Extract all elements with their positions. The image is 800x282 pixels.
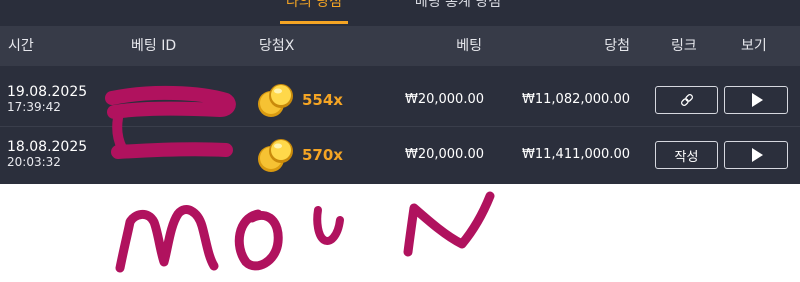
- coins-icon: [258, 84, 293, 117]
- row-win: ₩11,411,000.00: [522, 147, 630, 162]
- row-bet: ₩20,000.00: [404, 92, 484, 107]
- table-row: 18.08.2025 20:03:32 570x ₩20,000.00 ₩11,…: [0, 127, 800, 183]
- row-multiplier: 570x: [302, 146, 343, 164]
- coins-icon: [258, 139, 293, 172]
- row-time: 20:03:32: [7, 155, 61, 169]
- link-icon: [680, 94, 693, 106]
- play-replay-button[interactable]: [724, 86, 788, 114]
- row-win: ₩11,082,000.00: [522, 92, 630, 107]
- header-link: 링크: [671, 38, 697, 54]
- tab-my-wins[interactable]: 나의 당첨: [282, 0, 346, 14]
- header-bet: 베팅: [456, 38, 482, 54]
- row-date: 19.08.2025: [7, 84, 88, 100]
- tab-bet-stats[interactable]: 베팅 통계 당첨: [413, 0, 503, 14]
- header-view: 보기: [741, 38, 767, 54]
- header-bet-id: 베팅 ID: [131, 38, 177, 54]
- bet-history-screenshot: 나의 당첨 베팅 통계 당첨 시간 베팅 ID 당첨X 베팅 당첨 링크 보기 …: [0, 0, 800, 282]
- write-button[interactable]: 작성: [655, 141, 718, 169]
- play-replay-button[interactable]: [724, 141, 788, 169]
- play-icon: [752, 93, 763, 107]
- row-time: 17:39:42: [7, 100, 61, 114]
- row-bet: ₩20,000.00: [404, 147, 484, 162]
- header-win: 당첨: [604, 38, 630, 54]
- table-header: 시간 베팅 ID 당첨X 베팅 당첨 링크 보기: [0, 26, 800, 66]
- active-tab-underline: [280, 21, 348, 24]
- table-row: 19.08.2025 17:39:42 554x ₩20,000.00 ₩11,…: [0, 72, 800, 128]
- row-multiplier: 554x: [302, 91, 343, 109]
- play-icon: [752, 148, 763, 162]
- link-button[interactable]: [655, 86, 718, 114]
- tabs-bar: 나의 당첨 베팅 통계 당첨: [0, 0, 800, 26]
- header-multiplier: 당첨X: [259, 38, 295, 54]
- row-date: 18.08.2025: [7, 139, 88, 155]
- header-time: 시간: [8, 38, 34, 54]
